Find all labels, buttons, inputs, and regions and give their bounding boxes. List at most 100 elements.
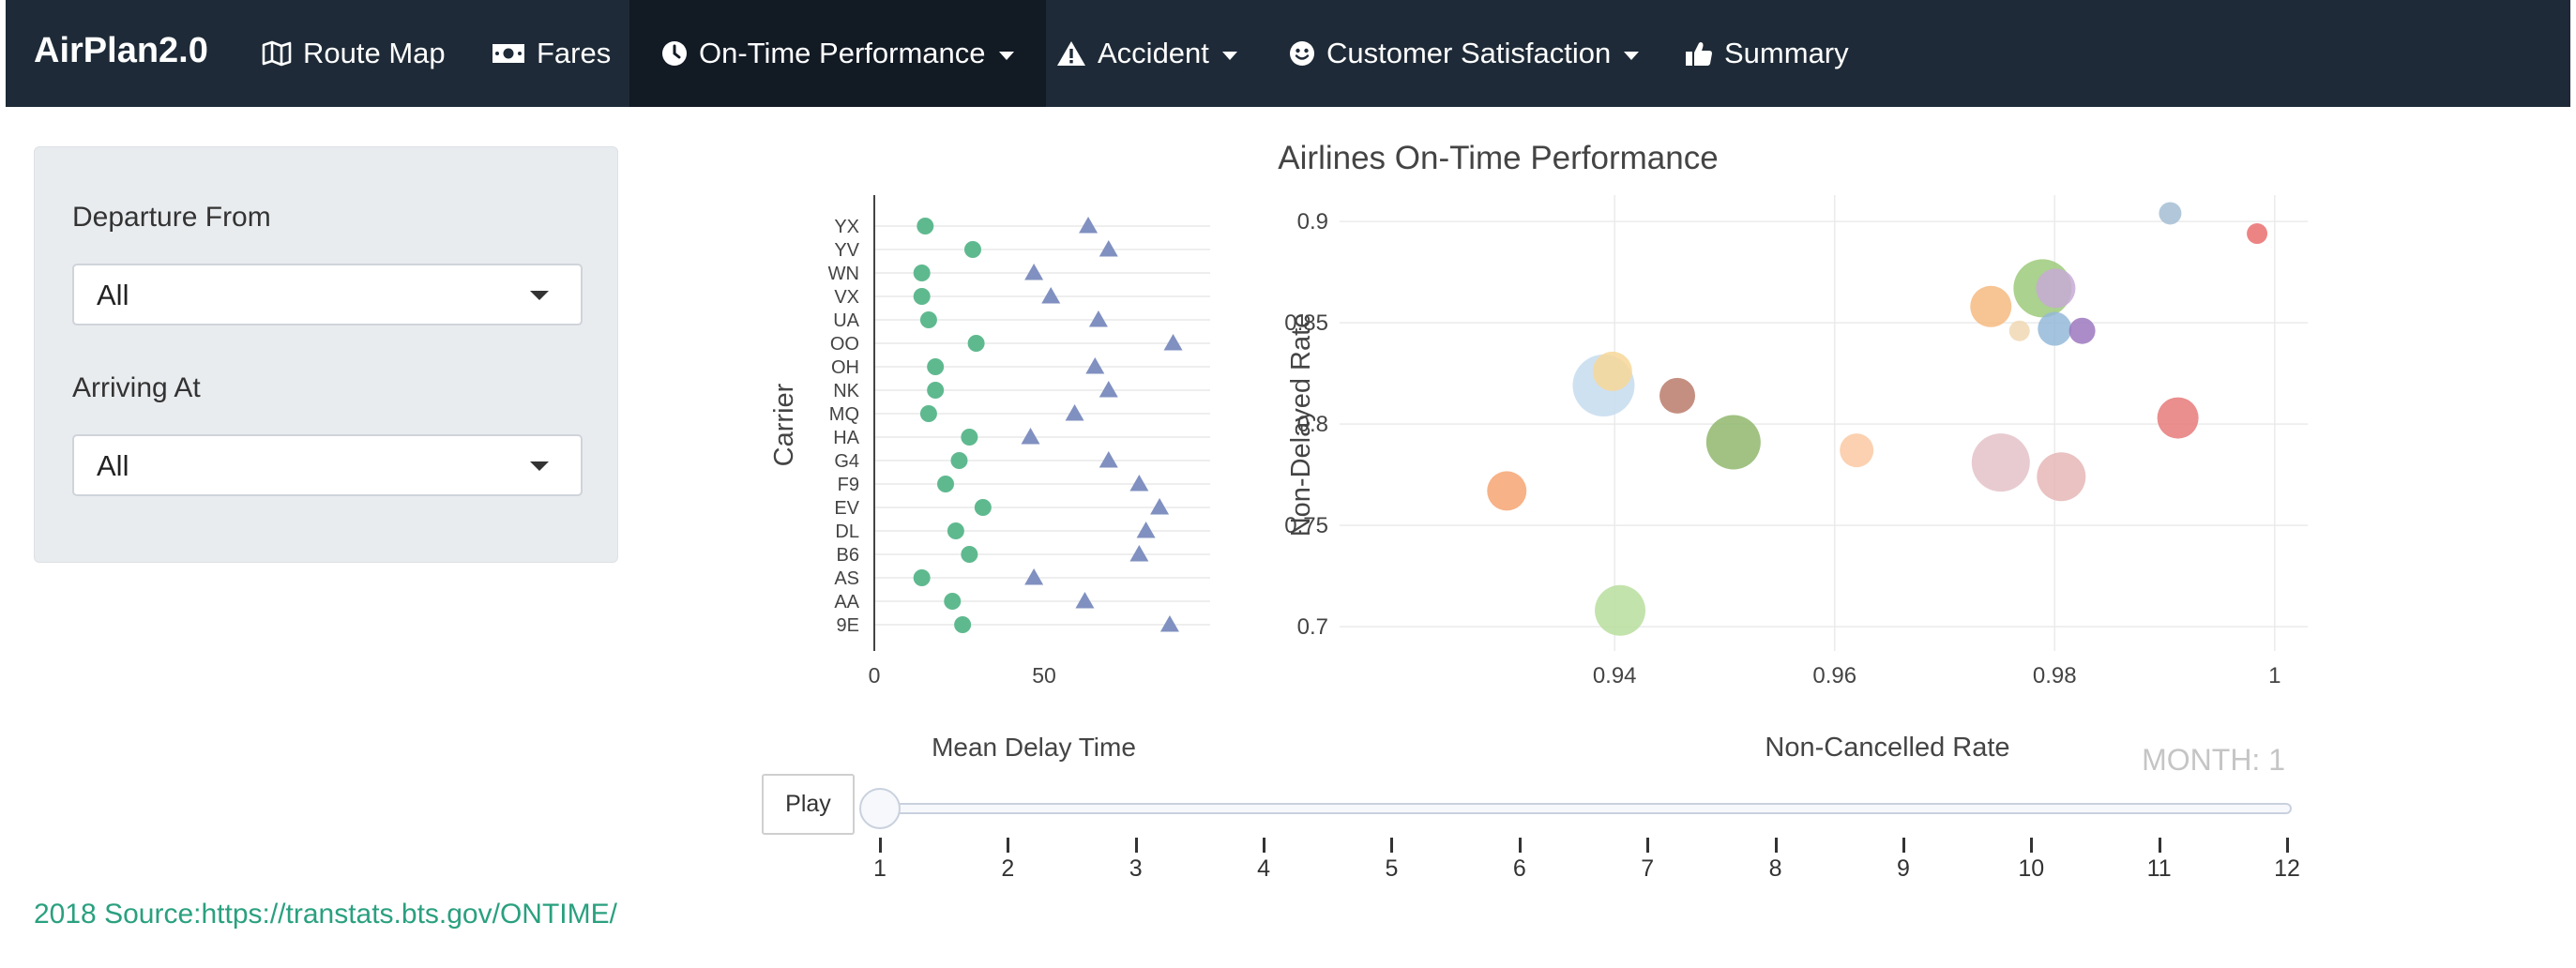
marker-triangle <box>1085 357 1105 374</box>
tick-label-carrier: AA <box>834 592 859 613</box>
slider-tick-label[interactable]: 9 <box>1897 855 1910 883</box>
marker-circle <box>927 358 945 375</box>
tick-label-x: 50 <box>1032 663 1056 688</box>
bubble-point <box>2008 320 2030 341</box>
marker-circle <box>913 569 931 586</box>
marker-circle <box>927 382 945 399</box>
bubble-point <box>2247 223 2268 245</box>
marker-circle <box>913 288 931 305</box>
marker-circle <box>919 311 937 328</box>
marker-triangle <box>1024 264 1044 280</box>
marker-circle <box>961 546 978 563</box>
tick-label-x: 0.98 <box>2033 663 2077 688</box>
slider-tick-label[interactable]: 5 <box>1386 855 1399 883</box>
marker-triangle <box>1099 381 1118 398</box>
marker-circle <box>963 241 981 258</box>
slider-tick-label[interactable]: 6 <box>1513 855 1526 883</box>
slider-tick-mark <box>2158 838 2161 853</box>
bubble-point <box>2159 202 2182 225</box>
tick-label-y: 0.9 <box>1297 209 1328 234</box>
y-axis-title: Carrier <box>769 383 799 466</box>
tick-label-carrier: OH <box>831 357 859 378</box>
tick-label-carrier: EV <box>834 498 859 519</box>
y-axis-title: Non-Delayed Rate <box>1286 313 1316 537</box>
tick-label-carrier: MQ <box>829 404 859 425</box>
x-axis-title: Mean Delay Time <box>932 733 1136 762</box>
slider-tick-label[interactable]: 1 <box>873 855 886 883</box>
bubble-point <box>1705 415 1761 470</box>
marker-triangle <box>1159 615 1179 632</box>
bubble-point <box>1659 377 1696 414</box>
bubble-point <box>2036 268 2076 309</box>
tick-label-carrier: B6 <box>837 545 859 566</box>
slider-tick-mark <box>1134 838 1138 853</box>
tick-label-x: 0.96 <box>1812 663 1856 688</box>
slider-tick-mark <box>1390 838 1394 853</box>
slider-tick-label[interactable]: 11 <box>2147 855 2172 883</box>
marker-triangle <box>1129 475 1149 492</box>
bubble-point <box>1595 584 1646 636</box>
marker-triangle <box>1163 334 1183 351</box>
tick-label-x: 0 <box>869 663 881 688</box>
slider-tick-label[interactable]: 12 <box>2274 855 2300 883</box>
bubble-point <box>1970 285 2012 327</box>
performance-bubble-chart: Airlines On-Time Performance 0.94 0.96 0.98… <box>1278 140 2308 763</box>
tick-label-carrier: HA <box>833 428 859 448</box>
bubble-point <box>2068 317 2096 344</box>
marker-circle <box>954 616 972 633</box>
marker-triangle <box>1150 498 1170 515</box>
marker-triangle <box>1136 522 1156 538</box>
slider-tick-mark <box>1646 838 1650 853</box>
slider-tick-mark <box>1774 838 1778 853</box>
marker-triangle <box>1021 428 1040 445</box>
bubble-point <box>1840 433 1874 468</box>
tick-label-carrier: WN <box>828 264 859 284</box>
month-slider-track[interactable] <box>872 803 2292 814</box>
marker-circle <box>961 429 978 446</box>
tick-label-carrier: NK <box>833 381 859 401</box>
mean-delay-chart: YX YV WN VXUA OOOH NK MQ HA G4 F9 EV DL B6AS AA9E 0 50 M… <box>769 195 1210 762</box>
slider-tick-label[interactable]: 7 <box>1641 855 1654 883</box>
slider-tick-mark <box>879 838 882 853</box>
play-button[interactable]: Play <box>762 774 855 835</box>
tick-label-carrier: AS <box>834 568 859 589</box>
slider-tick-label[interactable]: 4 <box>1257 855 1270 883</box>
bubble-point <box>1592 351 1632 391</box>
slider-tick-mark <box>1902 838 1905 853</box>
marker-triangle <box>1075 592 1095 609</box>
marker-triangle <box>1041 287 1061 304</box>
slider-tick-label[interactable]: 3 <box>1129 855 1143 883</box>
bubble-point <box>1971 433 2030 492</box>
tick-label-y: 0.7 <box>1297 614 1328 640</box>
slider-tick-mark <box>1007 838 1010 853</box>
marker-triangle <box>1065 404 1084 421</box>
tick-label-carrier: G4 <box>834 451 859 472</box>
on-time-performance-chart: YX YV WN VXUA OOOH NK MQ HA G4 F9 EV DL B6AS AA9E 0 50 M… <box>769 140 2308 763</box>
slider-tick-mark <box>2030 838 2034 853</box>
tick-label-carrier: YX <box>834 217 859 237</box>
marker-triangle <box>1088 310 1108 327</box>
chart-title: Airlines On-Time Performance <box>1278 140 1718 176</box>
marker-triangle <box>1129 545 1149 562</box>
tick-label-carrier: OO <box>830 334 859 355</box>
x-axis-title: Non-Cancelled Rate <box>1765 733 2009 763</box>
slider-tick-label[interactable]: 8 <box>1769 855 1782 883</box>
marker-circle <box>913 265 931 281</box>
tick-label-x: 1 <box>2268 663 2281 688</box>
marker-circle <box>944 593 962 610</box>
marker-circle <box>947 522 964 539</box>
bubble-point <box>1487 471 1527 511</box>
slider-tick-label[interactable]: 10 <box>2018 855 2044 883</box>
tick-label-carrier: VX <box>834 287 859 308</box>
month-slider-handle[interactable] <box>859 788 901 829</box>
marker-triangle <box>1079 217 1099 234</box>
tick-label-carrier: YV <box>834 240 859 261</box>
marker-circle <box>937 476 955 492</box>
slider-tick-label[interactable]: 2 <box>1001 855 1014 883</box>
marker-triangle <box>1099 451 1118 468</box>
tick-label-carrier: UA <box>833 310 859 331</box>
bubble-point <box>2037 452 2086 502</box>
marker-triangle <box>1024 568 1044 585</box>
tick-label-carrier: 9E <box>837 615 859 636</box>
marker-circle <box>950 452 968 469</box>
